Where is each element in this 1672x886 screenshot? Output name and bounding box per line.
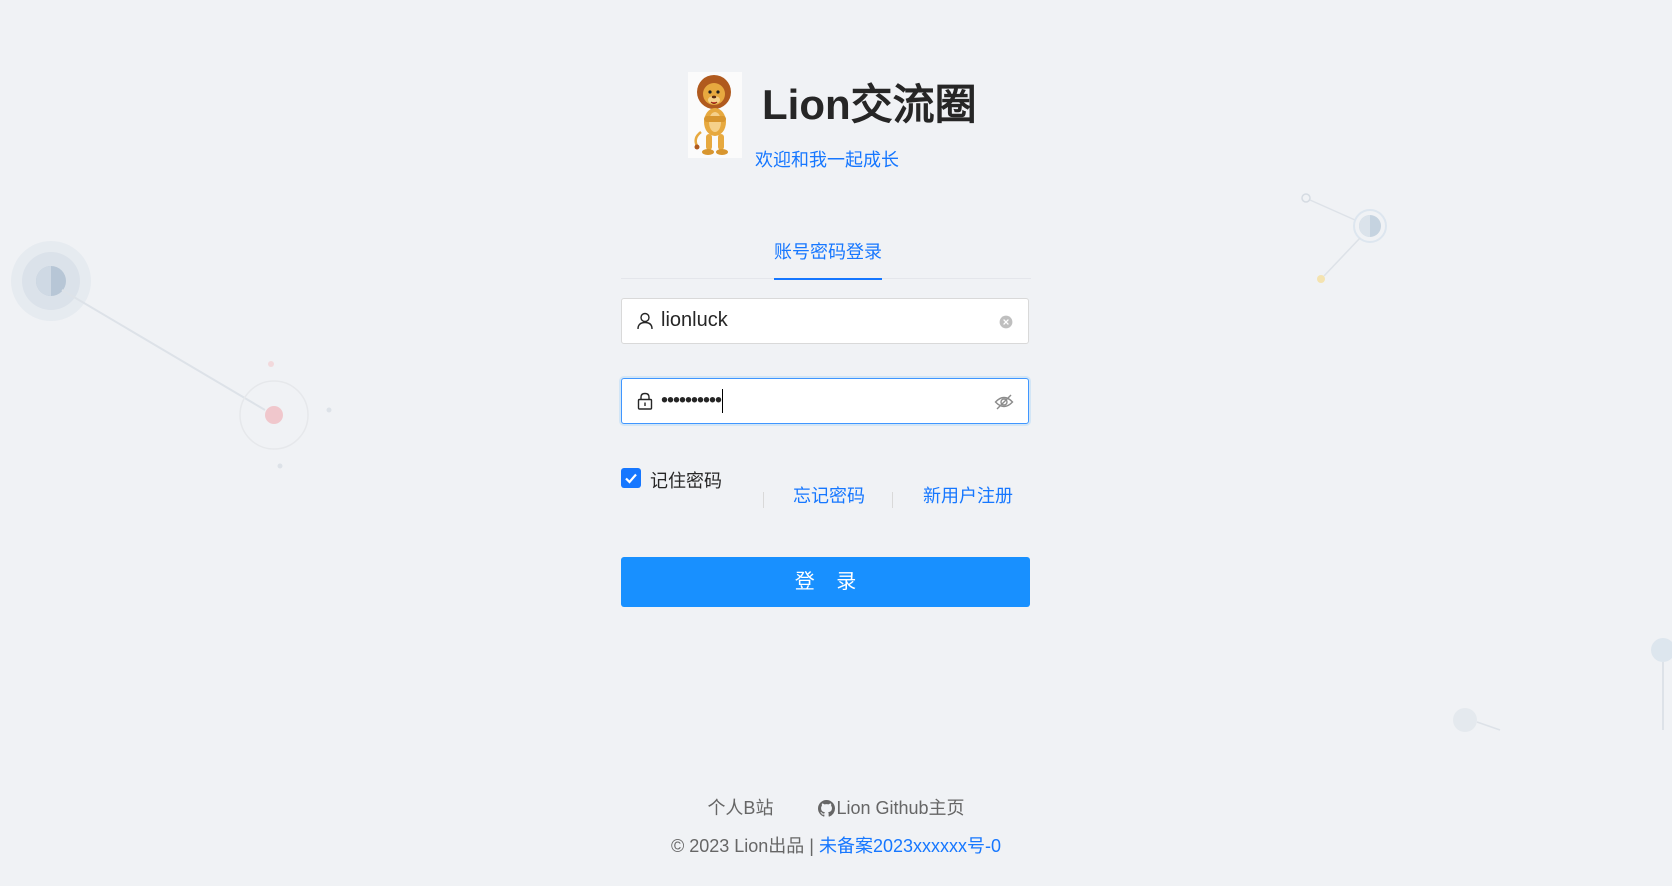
remember-label[interactable]: 记住密码 — [650, 467, 722, 493]
footer-links: 个人B站 Lion Github主页 — [0, 794, 1672, 820]
github-link[interactable]: Lion Github主页 — [818, 798, 965, 818]
clear-icon[interactable] — [998, 314, 1014, 330]
github-icon — [818, 800, 836, 817]
lock-icon — [637, 392, 653, 410]
login-options: 记住密码 忘记密码 新用户注册 — [621, 468, 1031, 508]
login-page: Lion交流圈 欢迎和我一起成长 账号密码登录 lionluck •••••••… — [0, 0, 1672, 886]
bilibili-link[interactable]: 个人B站 — [707, 798, 773, 818]
footer-copyright: © 2023 Lion出品 | 未备案2023xxxxxx号-0 — [0, 832, 1672, 858]
page-subtitle: 欢迎和我一起成长 — [755, 150, 899, 170]
username-value[interactable]: lionluck — [661, 309, 728, 332]
login-button[interactable]: 登 录 — [621, 557, 1030, 607]
divider — [763, 492, 764, 508]
eye-invisible-icon[interactable] — [994, 392, 1014, 412]
username-field[interactable]: lionluck — [621, 298, 1029, 344]
lion-mascot-icon — [688, 72, 742, 158]
github-label: Lion Github主页 — [836, 798, 965, 818]
copyright-text: © 2023 Lion出品 | — [670, 836, 814, 856]
tab-account-password[interactable]: 账号密码登录 — [774, 238, 882, 280]
remember-checkbox[interactable] — [621, 468, 641, 488]
user-icon — [637, 312, 653, 330]
login-tabs: 账号密码登录 — [621, 230, 1031, 280]
register-link[interactable]: 新用户注册 — [923, 482, 1013, 508]
password-dots: •••••••••• — [661, 389, 722, 412]
icp-link[interactable]: 未备案2023xxxxxx号-0 — [819, 836, 1001, 856]
check-icon — [625, 473, 637, 484]
login-form: 账号密码登录 lionluck •••••••••• 记住密码 忘记密码 新用户… — [621, 230, 1031, 607]
divider — [892, 492, 893, 508]
forgot-password-link[interactable]: 忘记密码 — [793, 482, 865, 508]
password-field[interactable]: •••••••••• — [621, 378, 1029, 424]
text-caret — [722, 389, 724, 413]
background-decoration — [11, 193, 1672, 732]
page-title: Lion交流圈 — [762, 81, 977, 128]
password-value[interactable]: •••••••••• — [661, 389, 724, 413]
